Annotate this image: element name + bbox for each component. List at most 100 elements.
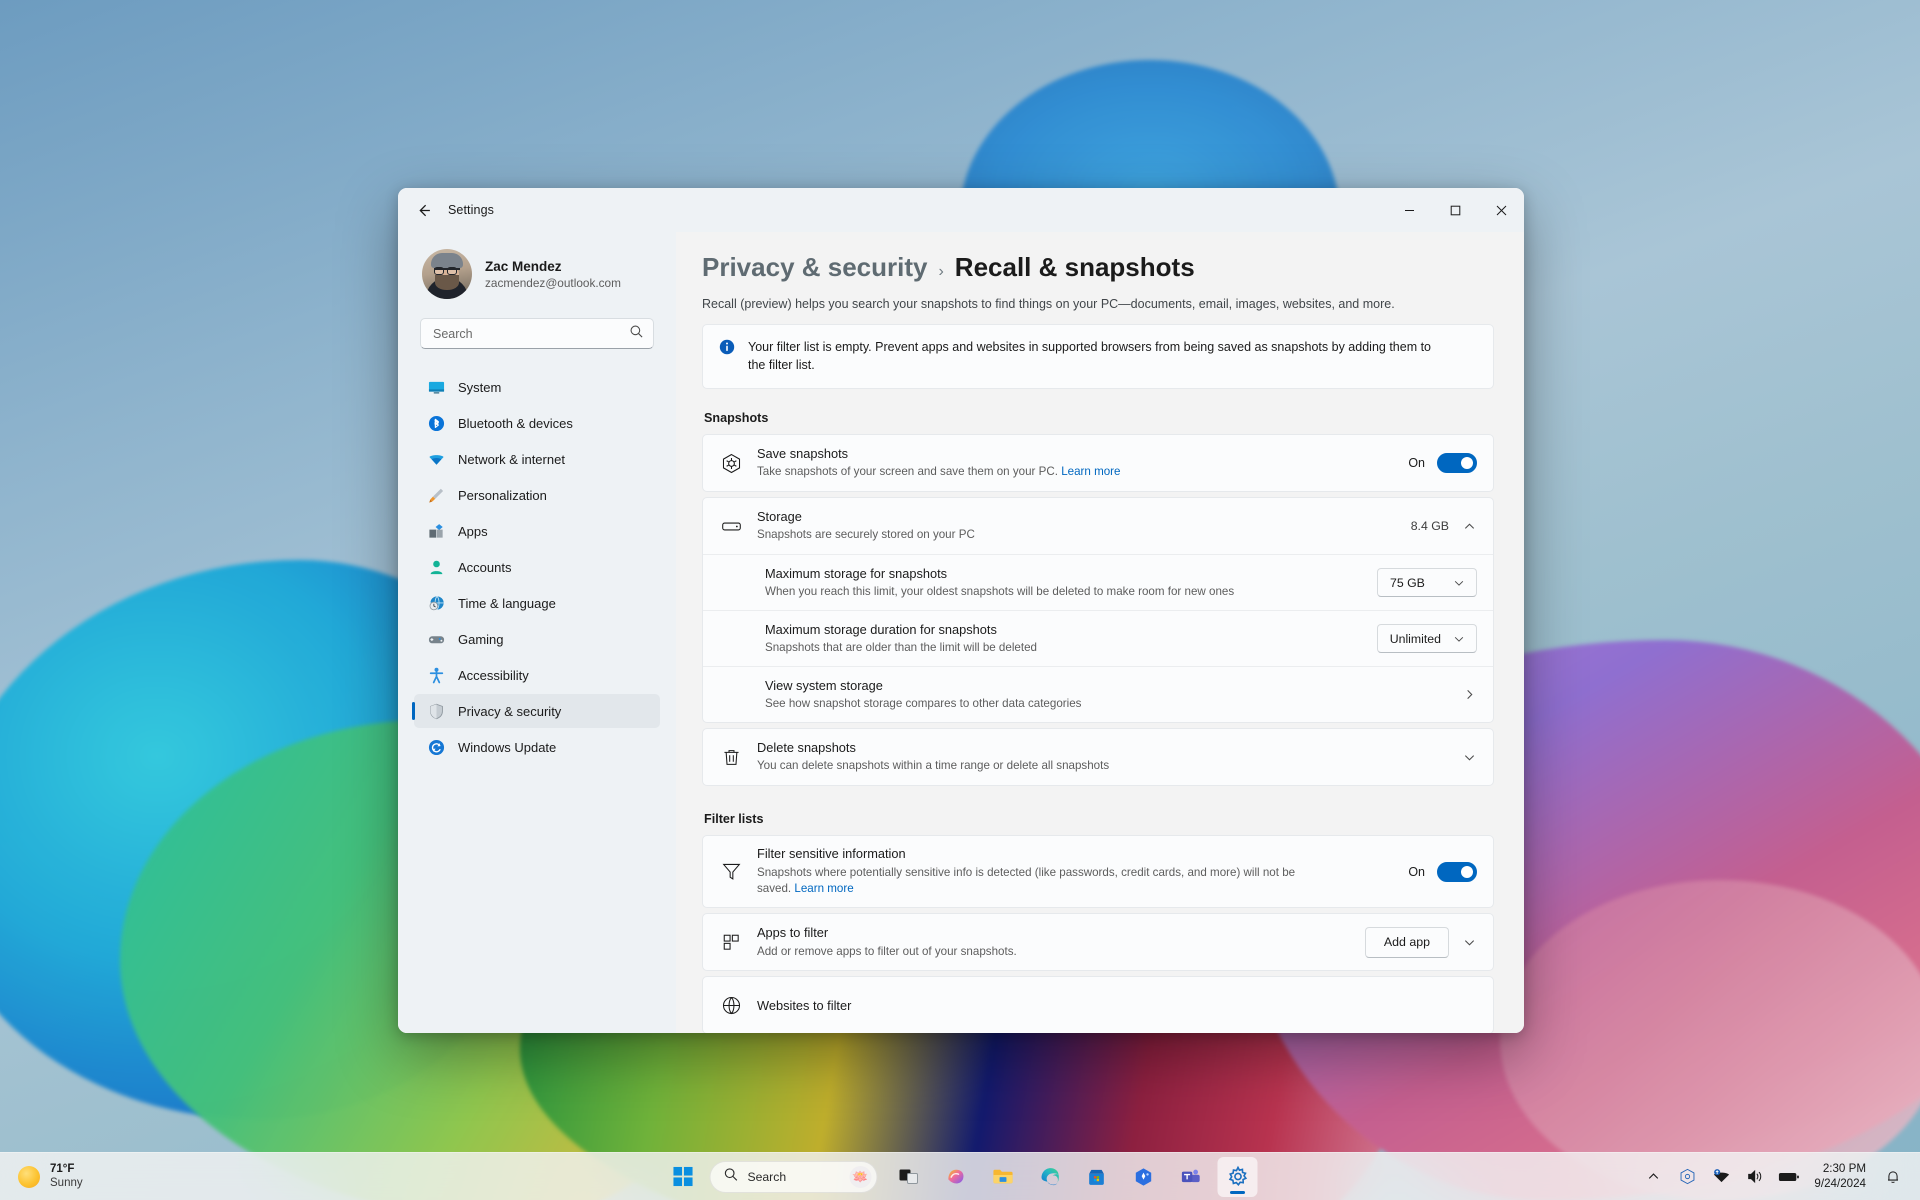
search-box[interactable] xyxy=(420,318,654,349)
sidebar-item-personalization[interactable]: Personalization xyxy=(414,478,660,512)
max-duration-selected: Unlimited xyxy=(1389,631,1441,646)
filter-sensitive-card: Filter sensitive information Snapshots w… xyxy=(702,835,1494,909)
breadcrumb-parent[interactable]: Privacy & security xyxy=(702,252,927,283)
desktop: Settings Zac Mendez zacmendez@outlook.co… xyxy=(0,0,1920,1200)
chevron-down-icon[interactable] xyxy=(1461,936,1477,949)
learn-more-link[interactable]: Learn more xyxy=(1061,465,1120,478)
delete-snapshots-row[interactable]: Delete snapshots You can delete snapshot… xyxy=(703,729,1493,785)
storage-subtitle: Snapshots are securely stored on your PC xyxy=(757,528,975,542)
window-title: Settings xyxy=(448,203,494,217)
profile-email: zacmendez@outlook.com xyxy=(485,275,621,290)
apps-to-filter-subtitle: Add or remove apps to filter out of your… xyxy=(757,944,1017,958)
filter-sensitive-title: Filter sensitive information xyxy=(757,846,906,862)
sidebar-item-time-language[interactable]: Time & language xyxy=(414,586,660,620)
battery-icon[interactable] xyxy=(1776,1162,1802,1192)
recall-snapshot-icon xyxy=(719,453,743,474)
filter-sensitive-row[interactable]: Filter sensitive information Snapshots w… xyxy=(703,836,1493,907)
sidebar-item-label: Windows Update xyxy=(458,739,557,755)
teams-icon[interactable] xyxy=(1171,1157,1211,1197)
max-storage-dropdown[interactable]: 75 GB xyxy=(1377,568,1477,598)
clock-time: 2:30 PM xyxy=(1822,1162,1866,1176)
sidebar-item-label: Network & internet xyxy=(458,451,565,467)
chevron-up-icon[interactable] xyxy=(1461,520,1477,533)
sidebar-item-label: Time & language xyxy=(458,595,556,611)
dev-home-icon[interactable] xyxy=(1124,1157,1164,1197)
sidebar-item-accessibility[interactable]: Accessibility xyxy=(414,658,660,692)
funnel-icon xyxy=(719,861,743,882)
taskbar: 71°F Sunny Search 🪷 2:30 PM 9/24/2024 xyxy=(0,1152,1920,1200)
paintbrush-icon xyxy=(427,486,445,504)
main-content: Privacy & security › Recall & snapshots … xyxy=(676,232,1524,1033)
weather-condition: Sunny xyxy=(50,1176,83,1189)
save-snapshots-row[interactable]: Save snapshots Take snapshots of your sc… xyxy=(703,435,1493,491)
sidebar-search-wrap xyxy=(410,306,664,349)
sidebar-item-label: Privacy & security xyxy=(458,703,562,719)
delete-snapshots-card: Delete snapshots You can delete snapshot… xyxy=(702,728,1494,787)
task-view-icon[interactable] xyxy=(889,1157,929,1197)
sidebar-item-apps[interactable]: Apps xyxy=(414,514,660,548)
breadcrumb-separator-icon: › xyxy=(938,263,944,280)
chevron-up-icon[interactable] xyxy=(1640,1162,1666,1192)
minimize-button[interactable] xyxy=(1386,188,1432,232)
page-description: Recall (preview) helps you search your s… xyxy=(702,297,1395,311)
edge-icon[interactable] xyxy=(1030,1157,1070,1197)
storage-card: Storage Snapshots are securely stored on… xyxy=(702,497,1494,724)
settings-icon[interactable] xyxy=(1217,1156,1258,1197)
sidebar-item-label: Personalization xyxy=(458,487,547,503)
save-snapshots-toggle[interactable] xyxy=(1437,453,1477,474)
system-tray: 2:30 PM 9/24/2024 xyxy=(1640,1162,1920,1192)
sidebar-item-system[interactable]: System xyxy=(414,370,660,404)
sidebar-item-accounts[interactable]: Accounts xyxy=(414,550,660,584)
sidebar-item-network-internet[interactable]: Network & internet xyxy=(414,442,660,476)
delete-snapshots-title: Delete snapshots xyxy=(757,740,856,756)
settings-window: Settings Zac Mendez zacmendez@outlook.co… xyxy=(398,188,1524,1033)
back-arrow-icon[interactable] xyxy=(406,195,440,225)
sidebar-item-bluetooth-devices[interactable]: Bluetooth & devices xyxy=(414,406,660,440)
copilot-icon[interactable] xyxy=(936,1157,976,1197)
network-icon[interactable] xyxy=(1708,1162,1734,1192)
lotus-icon: 🪷 xyxy=(849,1165,872,1188)
max-duration-row: Maximum storage duration for snapshots S… xyxy=(703,610,1493,666)
close-button[interactable] xyxy=(1478,188,1524,232)
section-heading-snapshots: Snapshots xyxy=(704,411,769,426)
search-input[interactable] xyxy=(433,326,623,341)
add-app-button[interactable]: Add app xyxy=(1364,926,1449,958)
maximize-button[interactable] xyxy=(1432,188,1478,232)
taskbar-search-placeholder: Search xyxy=(747,1169,787,1184)
delete-snapshots-subtitle: You can delete snapshots within a time r… xyxy=(757,759,1110,773)
info-icon xyxy=(719,339,735,360)
volume-icon[interactable] xyxy=(1742,1162,1768,1192)
recall-tray-icon[interactable] xyxy=(1674,1162,1700,1192)
bell-icon[interactable] xyxy=(1880,1162,1906,1192)
websites-to-filter-row[interactable]: Websites to filter xyxy=(703,977,1493,1033)
chevron-down-icon xyxy=(1451,633,1467,645)
weather-widget[interactable]: 71°F Sunny xyxy=(0,1163,240,1189)
sidebar-item-gaming[interactable]: Gaming xyxy=(414,622,660,656)
sidebar-item-windows-update[interactable]: Windows Update xyxy=(414,730,660,764)
sidebar-item-privacy-security[interactable]: Privacy & security xyxy=(412,694,660,728)
monitor-icon xyxy=(427,378,445,396)
save-snapshots-card: Save snapshots Take snapshots of your sc… xyxy=(702,434,1494,493)
file-explorer-icon[interactable] xyxy=(983,1157,1023,1197)
windows-start-icon[interactable] xyxy=(663,1157,703,1197)
clock[interactable]: 2:30 PM 9/24/2024 xyxy=(1810,1162,1872,1191)
chevron-down-icon[interactable] xyxy=(1461,751,1477,764)
filter-sensitive-toggle-label: On xyxy=(1408,864,1425,879)
sun-icon xyxy=(18,1165,40,1188)
view-system-storage-row[interactable]: View system storage See how snapshot sto… xyxy=(703,666,1493,722)
user-profile[interactable]: Zac Mendez zacmendez@outlook.com xyxy=(410,232,664,306)
accessibility-icon xyxy=(427,666,445,684)
max-duration-dropdown[interactable]: Unlimited xyxy=(1376,624,1477,654)
sidebar-nav: System Bluetooth & devices Network & int… xyxy=(410,370,664,764)
microsoft-store-icon[interactable] xyxy=(1077,1157,1117,1197)
weather-temperature: 71°F xyxy=(50,1163,75,1176)
clock-date: 9/24/2024 xyxy=(1814,1176,1866,1190)
learn-more-link[interactable]: Learn more xyxy=(794,882,853,895)
taskbar-search[interactable]: Search 🪷 xyxy=(709,1160,878,1193)
filter-sensitive-toggle[interactable] xyxy=(1437,861,1477,882)
apps-to-filter-row[interactable]: Apps to filter Add or remove apps to fil… xyxy=(703,914,1493,970)
storage-used-value: 8.4 GB xyxy=(1410,519,1449,534)
profile-name: Zac Mendez xyxy=(485,258,562,274)
storage-row[interactable]: Storage Snapshots are securely stored on… xyxy=(703,498,1493,554)
save-snapshots-title: Save snapshots xyxy=(757,446,849,462)
